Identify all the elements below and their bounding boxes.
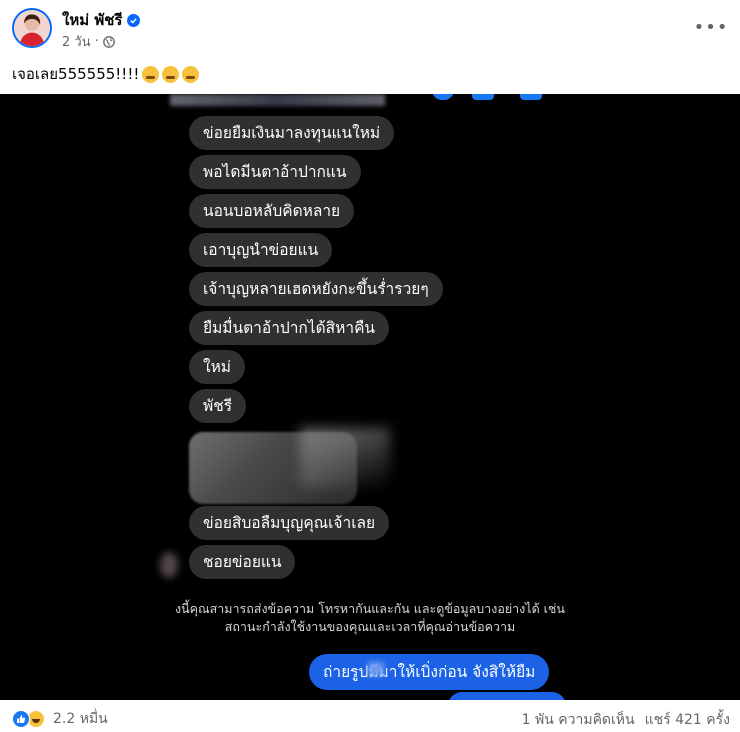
- tired-face-emoji-icon: [162, 65, 180, 83]
- received-message: เอาบุญนำข่อยแน: [189, 233, 333, 267]
- globe-icon: [102, 35, 115, 48]
- received-message: เจ้าบุญหลายเฮดหยังกะขึ้นร่ำรวยๆ: [189, 272, 443, 306]
- post-caption: เจอเลย555555!!!!: [12, 62, 200, 86]
- grin-sweat-emoji-icon: [142, 65, 160, 83]
- shares-count-link[interactable]: แชร์ 421 ครั้ง: [645, 709, 730, 731]
- more-options-button[interactable]: •••: [694, 12, 728, 42]
- post-time[interactable]: 2 วัน: [62, 31, 91, 52]
- chat-notice-line: สถานะกำลังใช้งานของคุณและเวลาที่คุณอ่านข…: [224, 619, 516, 634]
- blurred-contact-name: [170, 94, 385, 106]
- received-message: ชอยข่อยแน: [189, 545, 296, 579]
- received-message: พอไดมีนตาอ้าปากแน: [189, 155, 361, 189]
- sent-message-partial: [448, 692, 566, 700]
- received-message: ยืมมื่นตาอ้าปากได้สิหาคืน: [189, 311, 390, 345]
- reaction-count: 2.2 หมื่น: [53, 711, 108, 727]
- received-message: นอนบอหลับคิดหลาย: [189, 194, 355, 228]
- chat-header-icons: [432, 94, 544, 102]
- author-avatar[interactable]: [12, 8, 52, 48]
- post-footer: 2.2 หมื่น 1 พัน ความคิดเห็น แชร์ 421 ครั…: [0, 700, 740, 732]
- caption-text: เจอเลย555555!!!!: [12, 65, 140, 83]
- author-name[interactable]: ใหม่ พัชรี: [62, 8, 122, 32]
- squint-tongue-emoji-icon: [182, 65, 200, 83]
- sent-message-blur: [368, 662, 384, 676]
- received-message: ข่อยสิบอลืมบุญคุณเจ้าเลย: [189, 506, 390, 540]
- chat-notice-line: งนี้คุณสามารถส่งข้อความ โทรหากันและกัน แ…: [175, 601, 565, 616]
- reactions-summary[interactable]: 2.2 หมื่น: [12, 708, 108, 730]
- blurred-sender-avatar: [160, 552, 178, 578]
- post-header: ใหม่ พัชรี 2 วัน · •••: [0, 0, 740, 56]
- author-name-row: ใหม่ พัชรี: [62, 8, 141, 32]
- post-meta: 2 วัน ·: [62, 31, 115, 52]
- post-image[interactable]: ข่อยยืมเงินมาลงทุนแนใหม่ พอไดมีนตาอ้าปาก…: [0, 94, 740, 700]
- engagement-stats: 1 พัน ความคิดเห็น แชร์ 421 ครั้ง: [522, 709, 730, 731]
- received-message: พัชรี: [189, 389, 247, 423]
- sent-message: ถ่ายรูปมีมาให้เบิ่งก่อน จังสิให้ยืม: [309, 654, 550, 690]
- blurred-message-highlight: [300, 428, 390, 488]
- received-message: ข่อยยืมเงินมาลงทุนแนใหม่: [189, 116, 395, 150]
- verified-badge-icon: [127, 13, 141, 27]
- comments-count-link[interactable]: 1 พัน ความคิดเห็น: [522, 709, 635, 731]
- like-reaction-icon: [12, 710, 30, 728]
- received-message: ใหม่: [189, 350, 246, 384]
- meta-separator: ·: [94, 34, 99, 49]
